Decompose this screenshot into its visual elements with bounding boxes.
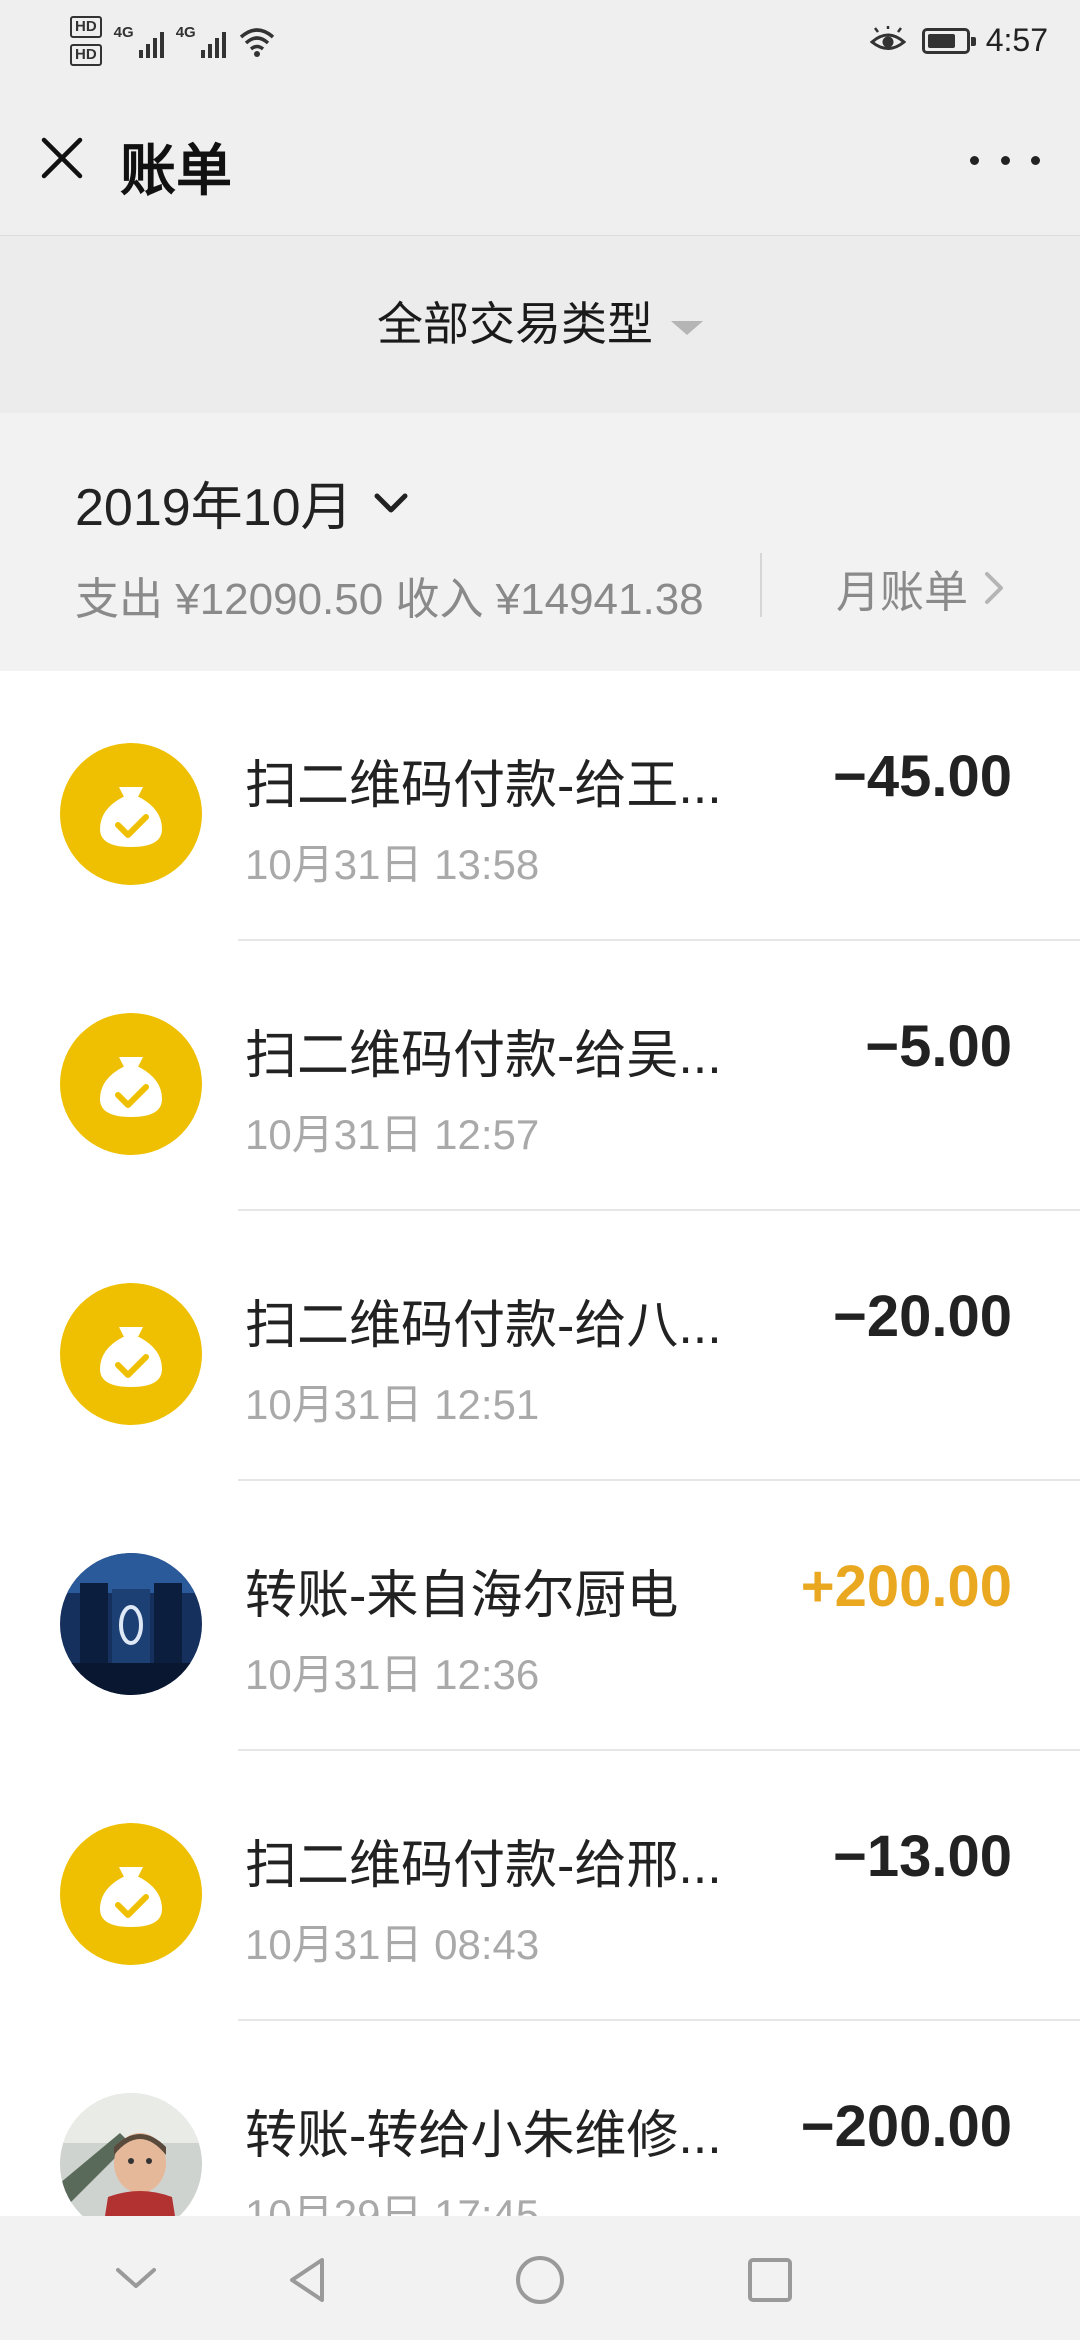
list-item[interactable]: 转账-转给小朱维修... 10月29日 17:45 −200.00 — [0, 2021, 1080, 2216]
network-type-1: 4G — [113, 24, 134, 41]
network-type-2: 4G — [175, 24, 196, 41]
transaction-title: 扫二维码付款-给邢... — [245, 1837, 722, 1895]
transaction-time: 10月31日 08:43 — [245, 1921, 540, 1968]
hd-label-1: HD — [70, 16, 102, 38]
signal-icon: 4G — [176, 24, 226, 58]
list-item[interactable]: 扫二维码付款-给王... 10月31日 13:58 −45.00 — [0, 671, 1080, 941]
monthly-bill-link[interactable]: 月账单 — [836, 556, 1006, 620]
transaction-time: 10月31日 13:58 — [245, 841, 540, 888]
transaction-list[interactable]: 扫二维码付款-给王... 10月31日 13:58 −45.00 扫二维码付款-… — [0, 671, 1080, 2216]
triangle-down-icon — [671, 320, 703, 335]
list-item[interactable]: 扫二维码付款-给吴... 10月31日 12:57 −5.00 — [0, 941, 1080, 1211]
transaction-time: 10月29日 17:45 — [245, 2191, 540, 2216]
money-bag-icon — [60, 1283, 202, 1425]
eye-icon — [869, 25, 906, 50]
money-bag-icon — [60, 1013, 202, 1155]
list-item[interactable]: 扫二维码付款-给邢... 10月31日 08:43 −13.00 — [0, 1751, 1080, 2021]
chevron-down-icon — [374, 493, 408, 512]
transaction-amount: −200.00 — [800, 2094, 1012, 2159]
hd-label-2: HD — [70, 44, 102, 66]
transaction-amount: −13.00 — [832, 1824, 1012, 1889]
transaction-title: 扫二维码付款-给王... — [245, 757, 722, 815]
list-item[interactable]: 扫二维码付款-给八... 10月31日 12:51 −20.00 — [0, 1211, 1080, 1481]
clock: 4:57 — [985, 22, 1048, 58]
hd-icon: HD HD — [70, 16, 102, 66]
system-nav-bar — [0, 2216, 1080, 2340]
home-icon[interactable] — [512, 2252, 568, 2308]
transaction-amount: −20.00 — [832, 1284, 1012, 1349]
recents-icon[interactable] — [742, 2252, 798, 2308]
more-icon[interactable] — [970, 140, 1040, 180]
transaction-title: 转账-来自海尔厨电 — [245, 1567, 679, 1625]
signal-icon: 4G — [114, 24, 164, 58]
transaction-amount: −45.00 — [832, 744, 1012, 809]
collapse-icon[interactable] — [108, 2252, 164, 2308]
transaction-amount: +200.00 — [800, 1554, 1012, 1619]
divider — [760, 553, 762, 617]
money-bag-icon — [60, 1823, 202, 1965]
expense-income-summary: 支出 ¥12090.50 收入 ¥14941.38 — [75, 575, 704, 624]
transaction-amount: −5.00 — [865, 1014, 1012, 1079]
user-photo-avatar — [60, 1553, 202, 1695]
close-icon[interactable] — [34, 130, 90, 186]
status-left: HD HD 4G 4G — [70, 16, 276, 66]
status-right: 4:57 — [869, 22, 1048, 59]
chevron-right-icon — [985, 572, 1003, 604]
filter-bar: 全部交易类型 — [0, 235, 1080, 413]
transaction-title: 扫二维码付款-给吴... — [245, 1027, 722, 1085]
month-label: 2019年10月 — [75, 479, 353, 537]
status-bar: HD HD 4G 4G 4:57 — [0, 0, 1080, 90]
transaction-type-filter[interactable]: 全部交易类型 — [0, 288, 1080, 354]
battery-fill — [927, 33, 955, 48]
transaction-time: 10月31日 12:36 — [245, 1651, 540, 1698]
monthly-bill-label: 月账单 — [836, 568, 968, 617]
transaction-title: 扫二维码付款-给八... — [245, 1297, 722, 1355]
transaction-time: 10月31日 12:51 — [245, 1381, 540, 1428]
battery-icon — [921, 27, 976, 54]
month-selector[interactable]: 2019年10月 — [75, 465, 411, 540]
title-bar: 账单 — [0, 90, 1080, 235]
wifi-icon — [239, 28, 274, 57]
month-summary: 2019年10月 支出 ¥12090.50 收入 ¥14941.38 月账单 — [0, 413, 1080, 671]
transaction-title: 转账-转给小朱维修... — [245, 2107, 722, 2165]
transaction-time: 10月31日 12:57 — [245, 1111, 540, 1158]
money-bag-icon — [60, 743, 202, 885]
back-icon[interactable] — [280, 2252, 336, 2308]
page-title: 账单 — [120, 139, 232, 202]
user-photo-avatar — [60, 2093, 202, 2216]
filter-label: 全部交易类型 — [377, 298, 653, 350]
list-item[interactable]: 转账-来自海尔厨电 10月31日 12:36 +200.00 — [0, 1481, 1080, 1751]
